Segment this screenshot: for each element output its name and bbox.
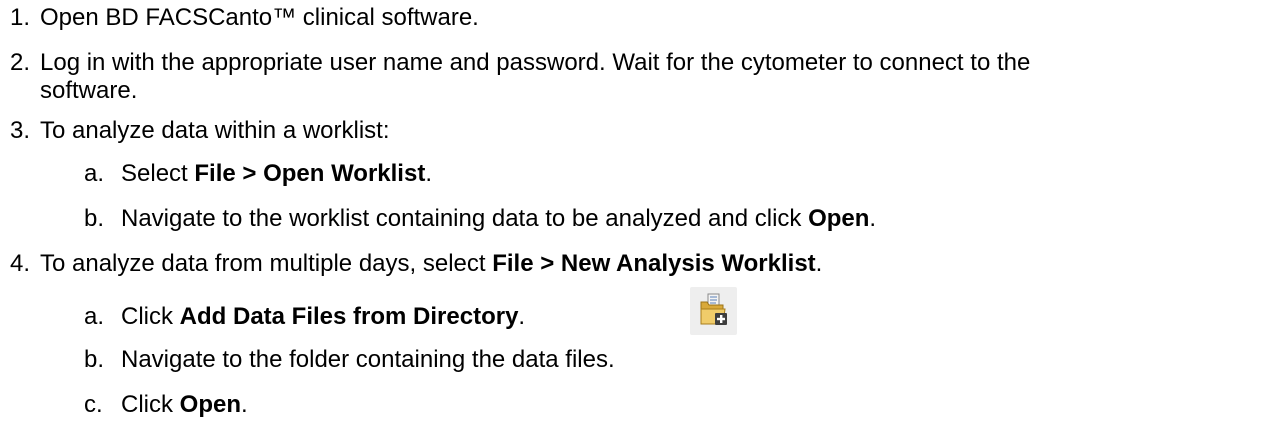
step-number: 2.	[10, 49, 31, 76]
step-text: To analyze data from multiple days, sele…	[40, 250, 823, 277]
step-number: 1.	[10, 4, 31, 31]
step-text: software.	[40, 77, 138, 104]
substep-letter: a.	[84, 160, 105, 187]
menu-path: File > New Analysis Worklist	[492, 250, 816, 277]
substep-letter: c.	[84, 391, 103, 418]
add-folder-icon	[690, 287, 737, 335]
substep-text: Click Add Data Files from Directory.	[121, 303, 526, 330]
button-name: Open	[179, 391, 242, 418]
substep-text: Navigate to the folder containing the da…	[121, 346, 615, 373]
substep-letter: a.	[84, 303, 105, 330]
button-name: Add Data Files from Directory	[179, 303, 519, 330]
step-text: Open BD FACSCanto™ clinical software.	[40, 4, 479, 31]
step-number: 3.	[10, 117, 31, 144]
step-number: 4.	[10, 250, 31, 277]
step-text: Log in with the appropriate user name an…	[40, 49, 1031, 76]
menu-path: File > Open Worklist	[194, 160, 426, 187]
step-text: To analyze data within a worklist:	[40, 117, 390, 144]
substep-text: Select File > Open Worklist.	[121, 160, 432, 187]
substep-letter: b.	[84, 205, 105, 232]
substep-letter: b.	[84, 346, 105, 373]
button-name: Open	[808, 205, 870, 232]
substep-text: Navigate to the worklist containing data…	[121, 205, 877, 232]
substep-text: Click Open.	[121, 391, 248, 418]
